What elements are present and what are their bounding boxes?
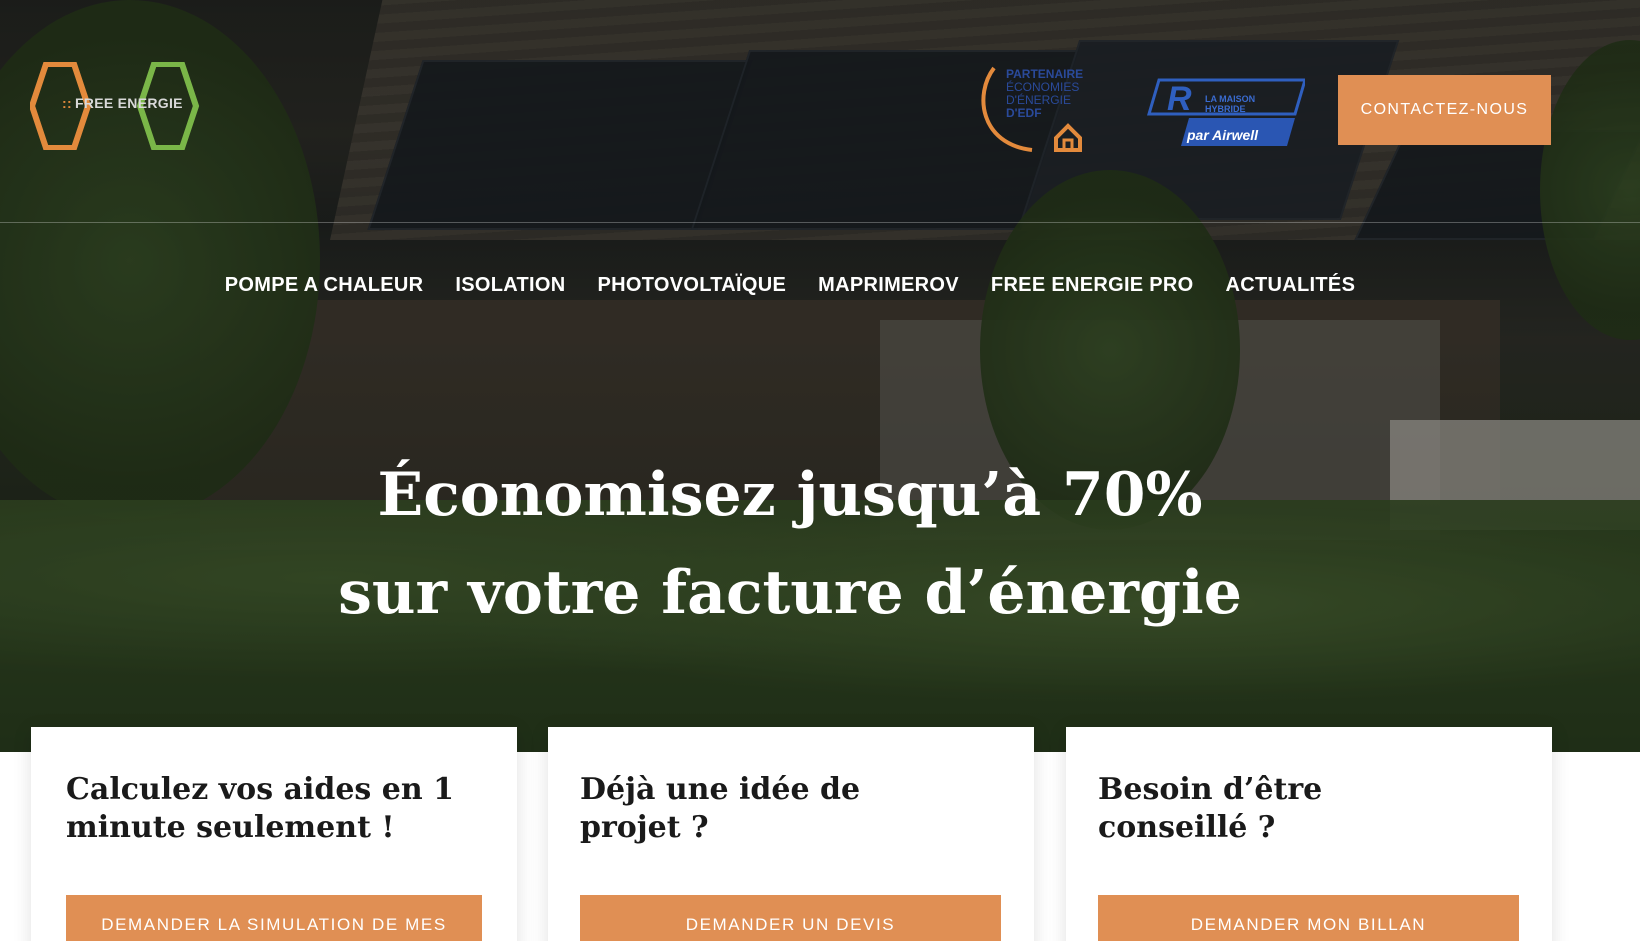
card-devis: Déjà une idée de projet ? DEMANDER UN DE… — [548, 727, 1034, 941]
airwell-label: par Airwell — [1187, 127, 1259, 143]
card-simulation: Calculez vos aides en 1 minute seulement… — [31, 727, 517, 941]
card-title: Déjà une idée de projet ? — [580, 772, 861, 845]
card-bilan: Besoin d’être conseillé ? DEMANDER MON B… — [1066, 727, 1552, 941]
nav-item-photovoltaique[interactable]: PHOTOVOLTAÏQUE — [597, 274, 786, 297]
card-title: Calculez vos aides en 1 minute seulement… — [66, 772, 454, 845]
nav-item-isolation[interactable]: ISOLATION — [455, 274, 565, 297]
svg-text:R: R — [1167, 80, 1192, 118]
edf-line-4: D'EDF — [1006, 106, 1042, 120]
airwell-sub-1: LA MAISON — [1205, 94, 1256, 104]
logo-text: FREE ENERGIE — [74, 95, 183, 111]
header-divider — [0, 222, 1640, 223]
edf-partner-logo[interactable]: PARTENAIRE ÉCONOMIES D'ÉNERGIE D'EDF — [980, 64, 1110, 156]
bilan-button[interactable]: DEMANDER MON BILLAN — [1098, 895, 1519, 941]
nav-item-maprimerov[interactable]: MAPRIMEROV — [818, 274, 959, 297]
nav-item-pompe-a-chaleur[interactable]: POMPE A CHALEUR — [225, 274, 424, 297]
hero-title: Économisez jusqu’à 70% sur votre facture… — [0, 446, 1580, 642]
nav-item-free-energie-pro[interactable]: FREE ENERGIE PRO — [991, 274, 1194, 297]
card-title: Besoin d’être conseillé ? — [1098, 772, 1323, 845]
hero-title-line-1: Économisez jusqu’à 70% — [377, 460, 1203, 530]
hero-title-line-2: sur votre facture d’énergie — [338, 558, 1242, 628]
logo-dots: :: — [62, 95, 72, 111]
contact-button[interactable]: CONTACTEZ-NOUS — [1338, 75, 1551, 145]
simulation-button[interactable]: DEMANDER LA SIMULATION DE MES — [66, 895, 482, 941]
airwell-partner-logo[interactable]: R LA MAISON HYBRIDE par Airwell — [1145, 78, 1305, 148]
devis-button[interactable]: DEMANDER UN DEVIS — [580, 895, 1001, 941]
airwell-sub-2: HYBRIDE — [1205, 104, 1246, 114]
nav-item-actualites[interactable]: ACTUALITÉS — [1226, 274, 1356, 297]
site-logo[interactable]: :: FREE ENERGIE — [30, 62, 200, 150]
main-nav: POMPE A CHALEUR ISOLATION PHOTOVOLTAÏQUE… — [0, 274, 1580, 297]
